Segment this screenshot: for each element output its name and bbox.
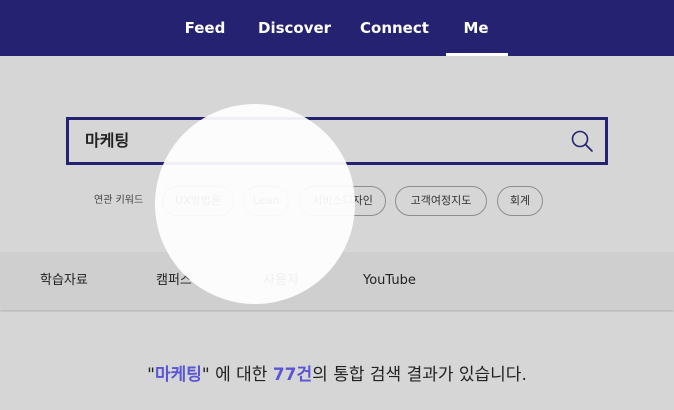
- search-box: [66, 117, 608, 165]
- result-query: 마케팅: [154, 365, 202, 385]
- nav-connect[interactable]: Connect: [360, 0, 429, 56]
- result-mid-text: 에 대한: [209, 365, 273, 385]
- tab-learning-materials[interactable]: 학습자료: [40, 252, 88, 310]
- search-input[interactable]: [85, 120, 555, 162]
- results-section: "마케팅" 에 대한 77건의 통합 검색 결과가 있습니다.: [0, 312, 674, 410]
- related-keywords-label: 연관 키워드: [94, 195, 144, 206]
- nav-feed[interactable]: Feed: [180, 0, 230, 56]
- result-count: 77건: [272, 365, 313, 385]
- tab-campus[interactable]: 캠퍼스: [156, 252, 192, 310]
- search-icon[interactable]: [571, 130, 593, 152]
- tab-users[interactable]: 사용자: [263, 252, 299, 310]
- nav-discover[interactable]: Discover: [258, 0, 331, 56]
- nav-me[interactable]: Me: [446, 0, 506, 56]
- keyword-chip[interactable]: UX방법론: [162, 186, 234, 216]
- top-navigation: Feed Discover Connect Me: [0, 0, 674, 56]
- quote-open: ": [147, 365, 155, 385]
- keyword-chip[interactable]: Lean: [243, 186, 289, 216]
- quote-close: ": [201, 365, 210, 385]
- tab-youtube[interactable]: YouTube: [363, 252, 416, 310]
- result-summary: "마케팅" 에 대한 77건의 통합 검색 결과가 있습니다.: [0, 360, 674, 385]
- keyword-chip[interactable]: 회계: [497, 186, 543, 216]
- related-keywords: 연관 키워드 UX방법론 Lean 서비스디자인 고객여정지도 회계: [0, 186, 674, 216]
- result-suffix: 의 통합 검색 결과가 있습니다.: [312, 365, 527, 385]
- keyword-chip[interactable]: 고객여정지도: [395, 186, 487, 216]
- keyword-chip[interactable]: 서비스디자인: [299, 186, 386, 216]
- search-section: 연관 키워드 UX방법론 Lean 서비스디자인 고객여정지도 회계: [0, 56, 674, 252]
- result-tabs: 학습자료 캠퍼스 사용자 YouTube: [0, 252, 674, 310]
